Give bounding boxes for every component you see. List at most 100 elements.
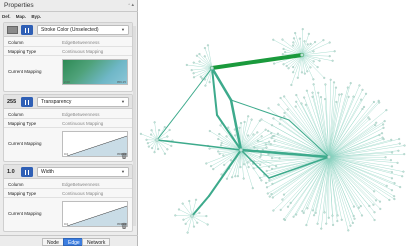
leaf-node[interactable]: [154, 151, 156, 153]
leaf-node[interactable]: [146, 139, 148, 141]
leaf-node[interactable]: [151, 147, 153, 149]
leaf-node[interactable]: [323, 77, 325, 79]
tab-node[interactable]: Node: [42, 238, 64, 246]
leaf-node[interactable]: [324, 212, 326, 214]
leaf-node[interactable]: [266, 186, 268, 188]
leaf-node[interactable]: [360, 99, 362, 101]
leaf-node[interactable]: [174, 215, 176, 217]
leaf-node[interactable]: [365, 93, 367, 95]
leaf-node[interactable]: [314, 41, 316, 43]
leaf-node[interactable]: [259, 120, 261, 122]
leaf-node[interactable]: [251, 119, 253, 121]
leaf-node[interactable]: [283, 63, 285, 65]
leaf-node[interactable]: [280, 97, 282, 99]
leaf-edge[interactable]: [329, 157, 395, 183]
leaf-edge[interactable]: [302, 44, 311, 55]
leaf-node[interactable]: [310, 43, 312, 45]
leaf-node[interactable]: [362, 108, 364, 110]
leaf-node[interactable]: [350, 225, 352, 227]
leaf-node[interactable]: [332, 60, 334, 62]
leaf-node[interactable]: [252, 187, 254, 189]
leaf-node[interactable]: [157, 148, 159, 150]
leaf-node[interactable]: [391, 171, 393, 173]
leaf-node[interactable]: [283, 48, 285, 50]
leaf-node[interactable]: [306, 207, 308, 209]
leaf-node[interactable]: [293, 216, 295, 218]
leaf-node[interactable]: [353, 206, 355, 208]
leaf-edge[interactable]: [281, 98, 329, 157]
property-dropdown[interactable]: Width▼: [37, 167, 129, 177]
leaf-node[interactable]: [393, 195, 395, 197]
panel-scrollbar[interactable]: [133, 26, 136, 226]
leaf-node[interactable]: [399, 143, 401, 145]
leaf-node[interactable]: [274, 140, 276, 142]
leaf-node[interactable]: [334, 50, 336, 52]
leaf-node[interactable]: [166, 148, 168, 150]
column-value[interactable]: EdgeBetweenness: [62, 110, 100, 119]
leaf-node[interactable]: [283, 96, 285, 98]
leaf-edge[interactable]: [302, 55, 330, 56]
leaf-node[interactable]: [283, 218, 285, 220]
leaf-node[interactable]: [271, 137, 273, 139]
leaf-node[interactable]: [268, 179, 270, 181]
leaf-node[interactable]: [272, 135, 274, 137]
leaf-node[interactable]: [284, 112, 286, 114]
leaf-node[interactable]: [265, 182, 267, 184]
leaf-node[interactable]: [204, 55, 206, 57]
leaf-node[interactable]: [404, 145, 406, 147]
leaf-edge[interactable]: [329, 157, 361, 206]
mapping-type-value[interactable]: Continuous Mapping: [62, 119, 103, 128]
leaf-node[interactable]: [240, 166, 242, 168]
leaf-node[interactable]: [267, 130, 269, 132]
leaf-node[interactable]: [196, 55, 198, 57]
leaf-node[interactable]: [240, 122, 242, 124]
leaf-edge[interactable]: [329, 153, 392, 157]
hub-node[interactable]: [210, 66, 213, 69]
leaf-node[interactable]: [183, 219, 185, 221]
leaf-node[interactable]: [279, 157, 281, 159]
leaf-edge[interactable]: [241, 134, 253, 150]
leaf-node[interactable]: [315, 212, 317, 214]
leaf-node[interactable]: [293, 37, 295, 39]
leaf-node[interactable]: [362, 89, 364, 91]
leaf-node[interactable]: [388, 199, 390, 201]
default-color-swatch[interactable]: [7, 26, 18, 34]
leaf-node[interactable]: [247, 115, 249, 117]
leaf-node[interactable]: [352, 222, 354, 224]
leaf-node[interactable]: [287, 206, 289, 208]
leaf-node[interactable]: [217, 151, 219, 153]
leaf-node[interactable]: [374, 124, 376, 126]
leaf-node[interactable]: [374, 211, 376, 213]
leaf-node[interactable]: [271, 183, 273, 185]
leaf-node[interactable]: [378, 100, 380, 102]
leaf-node[interactable]: [308, 33, 310, 35]
leaf-node[interactable]: [158, 129, 160, 131]
leaf-node[interactable]: [282, 199, 284, 201]
leaf-node[interactable]: [193, 62, 195, 64]
tab-network[interactable]: Network: [82, 238, 110, 246]
leaf-node[interactable]: [182, 203, 184, 205]
leaf-node[interactable]: [193, 226, 195, 228]
hub-node[interactable]: [300, 53, 303, 56]
leaf-edge[interactable]: [329, 157, 376, 200]
leaf-edge[interactable]: [183, 204, 192, 216]
leaf-node[interactable]: [220, 124, 222, 126]
leaf-node[interactable]: [267, 193, 269, 195]
leaf-node[interactable]: [332, 224, 334, 226]
backbone-edge[interactable]: [157, 140, 241, 150]
leaf-node[interactable]: [320, 96, 322, 98]
leaf-node[interactable]: [383, 138, 385, 140]
leaf-node[interactable]: [290, 202, 292, 204]
leaf-node[interactable]: [268, 107, 270, 109]
leaf-node[interactable]: [290, 84, 292, 86]
leaf-node[interactable]: [328, 217, 330, 219]
leaf-node[interactable]: [234, 129, 236, 131]
leaf-node[interactable]: [286, 65, 288, 67]
leaf-node[interactable]: [261, 135, 263, 137]
property-dropdown[interactable]: Stroke Color (Unselected)▼: [37, 25, 129, 35]
leaf-node[interactable]: [150, 134, 152, 136]
leaf-node[interactable]: [292, 42, 294, 44]
leaf-node[interactable]: [303, 97, 305, 99]
leaf-node[interactable]: [379, 134, 381, 136]
leaf-node[interactable]: [393, 198, 395, 200]
